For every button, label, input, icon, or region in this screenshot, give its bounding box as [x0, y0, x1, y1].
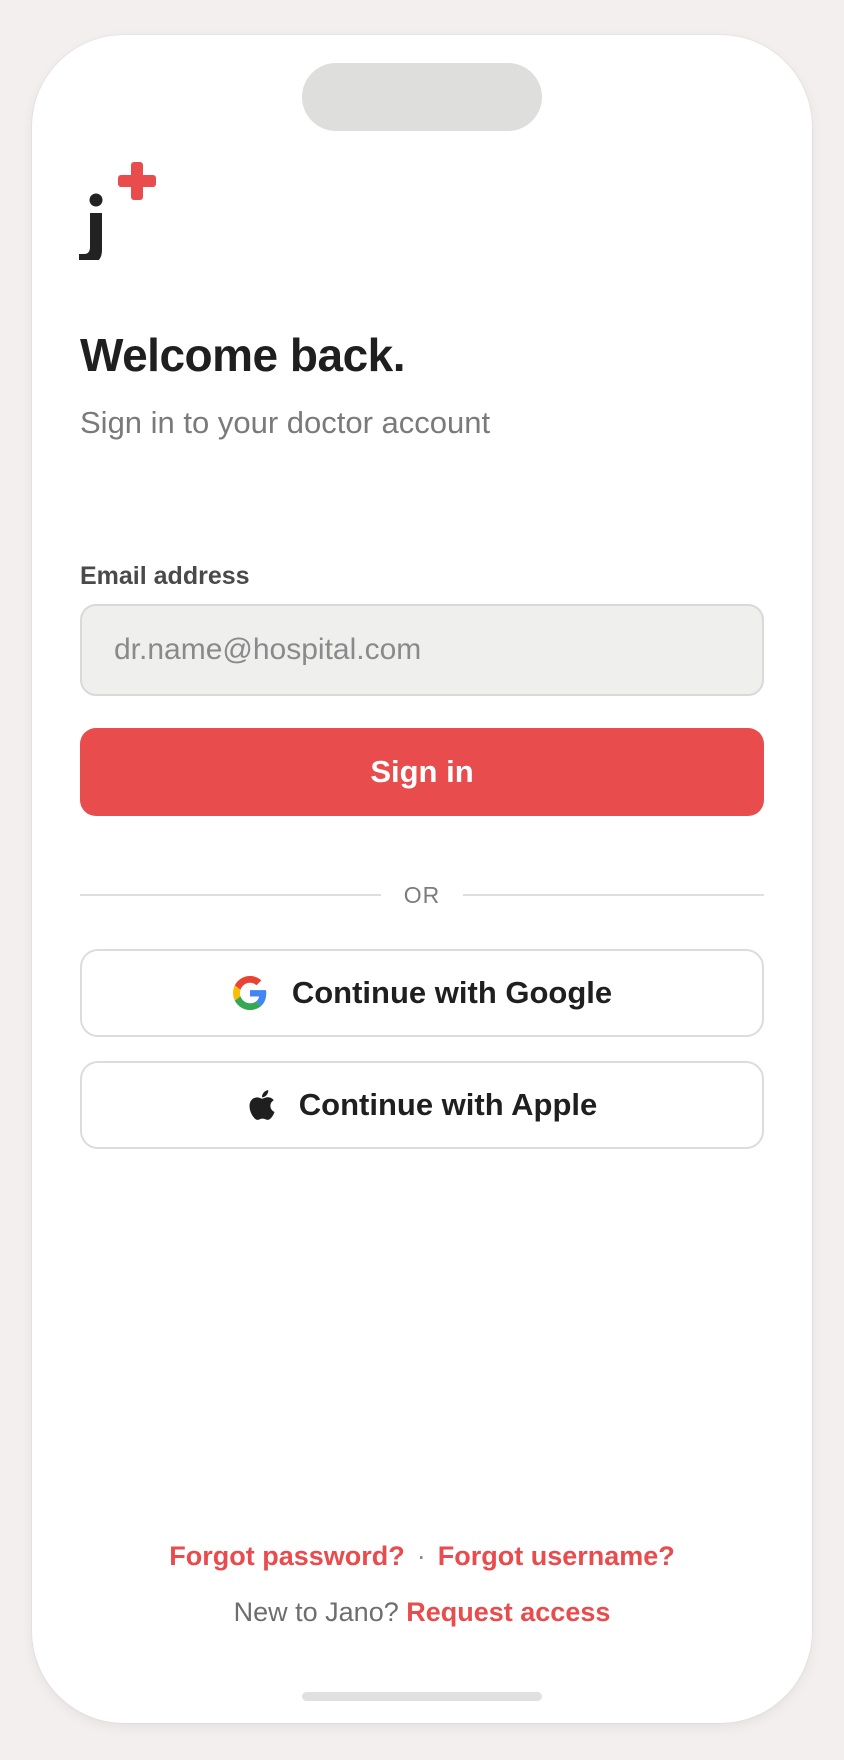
or-divider: OR: [80, 877, 764, 913]
home-indicator: [302, 1692, 542, 1701]
apple-icon: [247, 1087, 277, 1123]
continue-with-apple-button[interactable]: Continue with Apple: [80, 1061, 764, 1149]
email-field[interactable]: [80, 604, 764, 696]
forgot-username-link[interactable]: Forgot username?: [438, 1541, 675, 1571]
dynamic-island: [302, 63, 542, 131]
google-icon: [232, 975, 268, 1011]
page-subtitle: Sign in to your doctor account: [80, 405, 491, 440]
sign-in-button[interactable]: Sign in: [80, 728, 764, 816]
google-button-label: Continue with Google: [291, 975, 613, 1010]
new-user-prompt: New to Jano?: [233, 1597, 399, 1627]
request-access-row: New to Jano? Request access: [32, 1594, 812, 1630]
forgot-password-link[interactable]: Forgot password?: [169, 1541, 405, 1571]
page-title: Welcome back.: [80, 329, 406, 381]
jano-plus-logo-icon: [79, 162, 156, 260]
link-separator: ·: [416, 1541, 426, 1571]
divider-line-right: [463, 894, 764, 896]
email-label: Email address: [80, 562, 250, 590]
request-access-link[interactable]: Request access: [406, 1597, 610, 1627]
phone-screen: Welcome back. Sign in to your doctor acc…: [32, 35, 812, 1723]
continue-with-google-button[interactable]: Continue with Google: [80, 949, 764, 1037]
recovery-links: Forgot password? · Forgot username?: [32, 1538, 812, 1574]
apple-button-label: Continue with Apple: [298, 1087, 598, 1122]
